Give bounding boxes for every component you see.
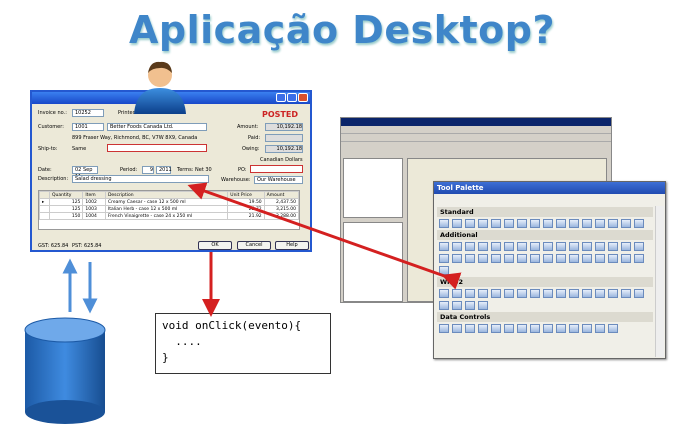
standard-components[interactable]	[439, 219, 651, 228]
year-field[interactable]: 2011	[156, 166, 172, 174]
section-additional[interactable]: Additional	[437, 230, 653, 240]
col-description[interactable]: Description	[104, 191, 229, 199]
customer-id-field[interactable]: 1001	[72, 123, 104, 131]
invoice-window: Invoice no.: 10252 Printed POSTED Custom…	[30, 90, 312, 252]
customer-label: Customer:	[38, 124, 64, 130]
customer-select[interactable]: Better Foods Canada Ltd.	[107, 123, 207, 131]
warehouse-select[interactable]: Our Warehouse	[254, 176, 303, 184]
owing-label: Owing:	[242, 146, 260, 152]
code-snippet: void onClick(evento){ .... }	[155, 313, 331, 374]
ide-titlebar	[341, 118, 611, 126]
close-button[interactable]	[298, 93, 308, 102]
section-data-controls[interactable]: Data Controls	[437, 312, 653, 322]
help-button[interactable]: Help	[275, 241, 309, 250]
object-inspector	[343, 222, 403, 302]
invoice-label: Invoice no.:	[38, 110, 67, 116]
win32-components[interactable]	[439, 289, 651, 310]
gst-text: GST: 625.84	[38, 243, 69, 249]
section-win32[interactable]: Win32	[437, 277, 653, 287]
paid-label: Paid:	[248, 135, 261, 141]
period-label: Period:	[120, 167, 138, 173]
minimize-button[interactable]	[276, 93, 286, 102]
table-row[interactable]: 150 1004 French Vinaigrette - case 24 x 25…	[39, 212, 300, 220]
address-text: 899 Fraser Way, Richmond, BC, V7W 8X9, C…	[72, 135, 198, 141]
owing-field: 10,192.18	[265, 145, 303, 153]
pst-text: PST: 625.84	[72, 243, 102, 249]
data-control-components[interactable]	[439, 324, 651, 333]
database-icon	[24, 317, 106, 424]
amount-label: Amount:	[237, 124, 259, 130]
palette-title: Tool Palette	[434, 182, 665, 194]
section-standard[interactable]: Standard	[437, 207, 653, 217]
cancel-button[interactable]: Cancel	[237, 241, 271, 250]
slide-title: Aplicação Desktop?	[128, 8, 556, 52]
po-label: PO:	[238, 167, 247, 173]
shipto-value: Same	[72, 146, 87, 152]
ok-button[interactable]: OK	[198, 241, 232, 250]
palette-toolbar	[434, 194, 665, 206]
table-row[interactable]: 125 1003 Italian Herb - case 12 x 500 ml 25…	[39, 205, 300, 213]
po-field[interactable]	[250, 165, 303, 173]
description-field[interactable]: Salad dressing	[72, 175, 209, 183]
paid-field	[265, 134, 303, 142]
tool-palette: Tool Palette Standard Additional Win32 D…	[433, 181, 666, 359]
warehouse-label: Warehouse:	[221, 177, 251, 183]
maximize-button[interactable]	[287, 93, 297, 102]
line-items-grid[interactable]: Quantity Item Description Unit Price Amount …	[38, 190, 300, 230]
shipto-select[interactable]	[107, 144, 207, 152]
user-icon	[134, 61, 186, 114]
currency-text: Canadian Dollars	[260, 157, 303, 163]
additional-components[interactable]	[439, 242, 651, 275]
col-unit-price[interactable]: Unit Price	[227, 191, 265, 199]
palette-scrollbar[interactable]	[655, 206, 664, 357]
date-label: Date:	[38, 167, 52, 173]
amount-field: 10,192.18	[265, 123, 303, 131]
col-amount[interactable]: Amount	[263, 191, 300, 199]
description-label: Description:	[38, 176, 69, 182]
status-posted: POSTED	[262, 110, 298, 119]
col-item[interactable]: Item	[82, 191, 106, 199]
period-field[interactable]: 9	[142, 166, 154, 174]
col-quantity[interactable]: Quantity	[48, 191, 84, 199]
shipto-label: Ship-to:	[38, 146, 58, 152]
table-row[interactable]: ▸ 125 1002 Creamy Caesar - case 12 x 500 ml…	[39, 198, 300, 206]
terms-text: Terms: Net 30	[177, 167, 212, 173]
ide-menubar	[341, 126, 611, 134]
ide-toolbar	[341, 134, 611, 142]
date-field[interactable]: 02 Sep 11	[72, 166, 98, 180]
structure-pane	[343, 158, 403, 218]
invoice-no-field[interactable]: 10252	[72, 109, 104, 117]
